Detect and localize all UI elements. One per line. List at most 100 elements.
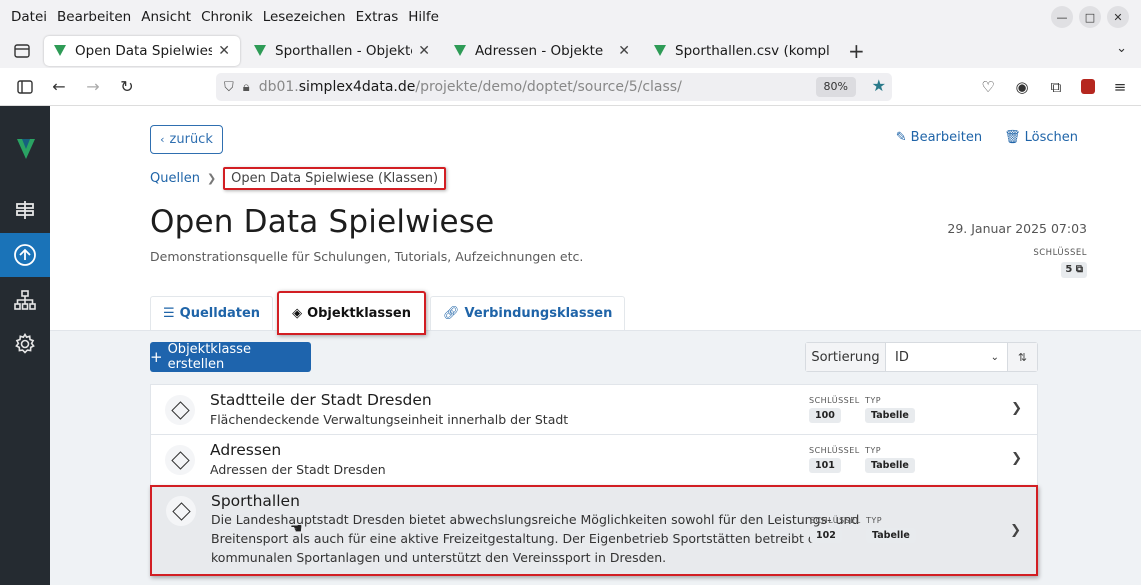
create-object-class-button[interactable]: + Objektklasse erstellen <box>150 342 311 372</box>
new-tab-icon[interactable]: + <box>848 39 865 63</box>
copy-icon[interactable]: ⧉ <box>1076 264 1083 275</box>
tab-title: Open Data Spielwiese - O <box>75 42 213 59</box>
plus-icon: + <box>150 348 163 366</box>
close-tab-icon[interactable]: ✕ <box>418 43 430 59</box>
chevron-right-icon: ❯ <box>1011 451 1022 466</box>
extensions-icon[interactable]: ⧉ <box>1047 78 1065 96</box>
url-bar[interactable]: ⛉ 🔒︎ db01.simplex4data.de/projekte/demo/… <box>216 73 892 101</box>
browser-tab[interactable]: Adressen - Objekte ✕ <box>444 36 640 66</box>
chevron-left-icon: ‹ <box>160 133 165 146</box>
close-window-icon[interactable]: ✕ <box>1107 6 1129 28</box>
tab-label: Verbindungsklassen <box>464 306 613 321</box>
sort-value: ID <box>895 349 909 365</box>
tab-verbindungsklassen[interactable]: 🔗︎ Verbindungsklassen <box>429 296 626 330</box>
object-class-list: Stadtteile der Stadt Dresden Flächendeck… <box>150 384 1038 576</box>
sort-select[interactable]: ID ⌄ <box>886 343 1008 371</box>
item-key: 101 <box>809 458 841 473</box>
upload-icon[interactable] <box>0 233 50 277</box>
list-item[interactable]: Stadtteile der Stadt Dresden Flächendeck… <box>150 384 1038 434</box>
item-desc: Flächendeckende Verwaltungseinheit inner… <box>210 412 569 427</box>
account-icon[interactable]: ◉ <box>1013 78 1031 96</box>
favicon-icon <box>54 45 66 56</box>
page-title: Open Data Spielwiese <box>150 204 495 240</box>
app-sidebar <box>0 106 50 585</box>
chevron-down-icon[interactable]: ⌄ <box>1116 41 1127 56</box>
tab-label: Objektklassen <box>307 305 411 321</box>
signpost-icon[interactable] <box>0 188 50 232</box>
forward-arrow-icon[interactable]: → <box>76 77 110 96</box>
url-text[interactable]: db01.simplex4data.de/projekte/demo/dopte… <box>259 79 682 95</box>
back-button[interactable]: ‹ zurück <box>150 125 223 154</box>
edit-button[interactable]: ✎ Bearbeiten <box>896 130 982 145</box>
type-header: TYP <box>865 446 882 455</box>
diamond-icon <box>166 496 196 526</box>
shield-icon[interactable]: ⛉ <box>224 80 234 95</box>
link-icon: 🔗︎ <box>442 306 460 321</box>
create-label: Objektklasse erstellen <box>167 342 251 372</box>
list-item[interactable]: Sporthallen Die Landeshauptstadt Dresden… <box>150 485 1038 576</box>
diamond-icon <box>165 395 195 425</box>
close-tab-icon[interactable]: ✕ <box>618 43 630 59</box>
ublock-icon[interactable] <box>1081 79 1095 94</box>
lock-icon[interactable]: 🔒︎ <box>243 80 250 95</box>
top-actions: ✎ Bearbeiten 🗑︎ Löschen <box>896 130 1078 145</box>
page-date: 29. Januar 2025 07:03 <box>947 221 1087 236</box>
sort-direction-icon[interactable]: ⇅ <box>1008 343 1037 371</box>
pencil-icon: ✎ <box>895 130 907 145</box>
tab-label: Quelldaten <box>179 306 261 321</box>
gear-icon[interactable] <box>0 322 50 366</box>
menu-bearbeiten[interactable]: Bearbeiten <box>52 9 136 25</box>
menu-lesezeichen[interactable]: Lesezeichen <box>258 9 351 25</box>
item-key: 102 <box>810 528 842 543</box>
browser-tabbar: Open Data Spielwiese - O ✕ Sporthallen -… <box>0 33 1141 68</box>
item-type: Tabelle <box>865 408 915 423</box>
delete-label: Löschen <box>1024 130 1078 145</box>
item-desc-line: Breitensport als auch für eine aktive Fr… <box>211 531 828 546</box>
hierarchy-icon[interactable] <box>0 278 50 322</box>
edit-label: Bearbeiten <box>910 130 983 145</box>
type-header: TYP <box>865 396 882 405</box>
browser-tab-active[interactable]: Open Data Spielwiese - O ✕ <box>44 35 240 66</box>
window-controls: — □ ✕ <box>1051 6 1129 28</box>
item-meta: SCHLÜSSEL 102 TYP Tabelle <box>810 516 916 543</box>
hamburger-menu-icon[interactable]: ≡ <box>1111 78 1129 96</box>
menu-datei[interactable]: Datei <box>6 9 52 25</box>
tab-title: Sporthallen.csv (komplett <box>675 42 830 59</box>
favicon-icon <box>254 45 266 56</box>
item-desc-line: kommunalen Sportanlagen und unterstützt … <box>211 550 667 565</box>
sidebar-toggle-icon[interactable] <box>8 79 42 94</box>
key-value-badge[interactable]: 5 ⧉ <box>1061 262 1087 278</box>
tab-objektklassen[interactable]: ◈ Objektklassen <box>277 291 426 335</box>
pocket-icon[interactable]: ♡ <box>979 78 997 96</box>
mouse-cursor-icon: ☚ <box>290 521 303 537</box>
tab-title: Sporthallen - Objekte <box>275 42 413 59</box>
item-name: Adressen <box>210 441 282 459</box>
bookmark-star-icon[interactable]: ★ <box>872 76 886 95</box>
page-subtitle: Demonstrationsquelle für Schulungen, Tut… <box>150 249 584 264</box>
key-label: SCHLÜSSEL <box>1033 248 1087 258</box>
delete-button[interactable]: 🗑︎ Löschen <box>1004 130 1078 145</box>
menu-hilfe[interactable]: Hilfe <box>403 9 444 25</box>
type-header: TYP <box>866 516 883 525</box>
reload-icon[interactable]: ↻ <box>110 77 144 96</box>
item-meta: SCHLÜSSEL 101 TYP Tabelle <box>809 446 915 473</box>
tab-quelldaten[interactable]: ☰ Quelldaten <box>150 296 274 330</box>
minimize-icon[interactable]: — <box>1051 6 1073 28</box>
maximize-icon[interactable]: □ <box>1079 6 1101 28</box>
database-icon: ☰ <box>163 306 175 321</box>
back-arrow-icon[interactable]: ← <box>42 77 76 96</box>
item-desc: Adressen der Stadt Dresden <box>210 462 386 477</box>
breadcrumb-quellen[interactable]: Quellen <box>150 171 200 186</box>
menu-chronik[interactable]: Chronik <box>196 9 258 25</box>
browser-tab[interactable]: Sporthallen.csv (komplett <box>644 36 840 66</box>
list-item[interactable]: Adressen Adressen der Stadt Dresden SCHL… <box>150 434 1038 485</box>
key-value: 5 <box>1065 264 1073 275</box>
sort-control: Sortierung ID ⌄ ⇅ <box>805 342 1038 372</box>
menu-ansicht[interactable]: Ansicht <box>136 9 196 25</box>
tab-list-icon[interactable] <box>0 43 44 58</box>
browser-tab[interactable]: Sporthallen - Objekte ✕ <box>244 36 440 66</box>
zoom-level[interactable]: 80% <box>815 77 856 97</box>
close-tab-icon[interactable]: ✕ <box>218 43 230 59</box>
menu-extras[interactable]: Extras <box>351 9 404 25</box>
menubar: Datei Bearbeiten Ansicht Chronik Lesezei… <box>0 0 1141 33</box>
